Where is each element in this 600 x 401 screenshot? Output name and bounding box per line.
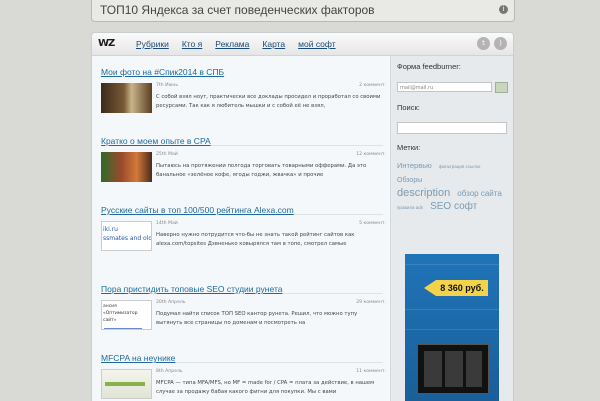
post-comments[interactable]: 11 коммент. — [356, 369, 386, 374]
top-banner[interactable]: ТОП10 Яндекса за счет поведенческих факт… — [91, 0, 515, 22]
mail-send-icon[interactable] — [495, 82, 508, 93]
nav-ads[interactable]: Реклама — [215, 33, 249, 55]
sidebar: Форма feedburner: mail@mail.ru Поиск: Ме… — [390, 56, 513, 401]
post-date: 25th Май — [156, 152, 178, 157]
tag-link[interactable]: Интервью — [397, 161, 432, 170]
ad-device-image — [417, 344, 489, 394]
post-thumbnail[interactable]: iki.ru ssmates and old frien — [101, 221, 152, 251]
tag-link[interactable]: Обзоры — [397, 177, 422, 184]
tag-link[interactable]: обзор сайта — [457, 189, 502, 198]
tag-cloud: Интервью фильтрация ссылок Обзоры descri… — [397, 158, 510, 213]
site-logo[interactable]: WZ — [98, 37, 121, 50]
feed-title: Форма feedburner: — [397, 62, 461, 71]
post-title[interactable]: Пора пристидить топовые SEO студии рунет… — [101, 284, 282, 294]
main-nav: Рубрики Кто я Реклама Карта мой софт — [136, 33, 336, 55]
post-title[interactable]: MFCPA на неунике — [101, 353, 175, 363]
info-icon[interactable]: i — [499, 5, 508, 14]
banner-text[interactable]: ТОП10 Яндекса за счет поведенческих факт… — [100, 3, 375, 17]
post-excerpt: С собой взял ноут, практически все докла… — [156, 94, 381, 109]
post-title[interactable]: Кратко о моем опыте в CPA — [101, 136, 211, 146]
twitter-icon[interactable]: t — [477, 37, 490, 50]
navbar: WZ Рубрики Кто я Реклама Карта мой софт … — [92, 33, 513, 56]
post-comments[interactable]: 5 коммент. — [359, 221, 386, 226]
nav-about[interactable]: Кто я — [182, 33, 202, 55]
post-comments[interactable]: 29 коммент. — [356, 300, 386, 305]
tag-link[interactable]: description — [397, 187, 450, 199]
tags-title: Метки: — [397, 143, 421, 152]
tag-link[interactable]: SEO софт — [430, 201, 477, 212]
tag-link[interactable]: правила ads — [397, 205, 423, 210]
thumbnail-bar — [105, 382, 145, 386]
post-date: 20th Апрель — [156, 300, 186, 305]
post-comments[interactable]: 2 коммент. — [359, 83, 386, 88]
post-excerpt: Наверно нужно потрудится что-бы не знать… — [156, 232, 355, 247]
post-excerpt: Подумал найти список ТОП SEO кантор руне… — [156, 311, 358, 326]
feed-email-input[interactable]: mail@mail.ru — [397, 82, 492, 92]
nav-rubrics[interactable]: Рубрики — [136, 33, 169, 55]
post-thumbnail[interactable]: ансия «Оптимизатор сайт» — [101, 300, 152, 330]
post-excerpt: MFCPA — типа MFA/MFS, но MF = made for /… — [156, 380, 375, 395]
search-title: Поиск: — [397, 103, 420, 112]
nav-software[interactable]: мой софт — [298, 33, 335, 55]
ad-stripe — [405, 309, 499, 310]
thumbnail-text: iki.ru ssmates and old frien — [103, 226, 152, 242]
post-date: 7th Июнь — [156, 83, 179, 88]
nav-map[interactable]: Карта — [262, 33, 285, 55]
social-links: t ) — [477, 37, 507, 50]
page-container: WZ Рубрики Кто я Реклама Карта мой софт … — [91, 32, 514, 401]
rss-icon[interactable]: ) — [494, 37, 507, 50]
post-thumbnail[interactable] — [101, 152, 152, 182]
post-excerpt: Пытаюсь на протяжении полгода торговать … — [156, 163, 367, 178]
post-title[interactable]: Русские сайты в топ 100/500 рейтинга Ale… — [101, 205, 294, 215]
post-comments[interactable]: 12 коммент. — [356, 152, 386, 157]
post-list: Мои фото на #Спик2014 в СПБ 7th Июнь 2 к… — [92, 56, 390, 401]
post-thumbnail[interactable] — [101, 369, 152, 399]
ad-stripe — [405, 264, 499, 265]
search-input[interactable] — [397, 122, 507, 134]
tag-link[interactable]: фильтрация ссылок — [439, 164, 481, 169]
thumbnail-link-line — [104, 328, 142, 329]
thumbnail-text: ансия «Оптимизатор сайт» — [103, 304, 138, 323]
ad-banner[interactable]: 8 360 руб. — [405, 254, 499, 401]
ad-price: 8 360 руб. — [436, 280, 488, 296]
post-title[interactable]: Мои фото на #Спик2014 в СПБ — [101, 67, 224, 77]
post-date: 14th Май — [156, 221, 178, 226]
ad-stripe — [405, 329, 499, 330]
post-thumbnail[interactable] — [101, 83, 152, 113]
ad-price-arrow — [424, 280, 436, 296]
post-date: 8th Апрель — [156, 369, 183, 374]
